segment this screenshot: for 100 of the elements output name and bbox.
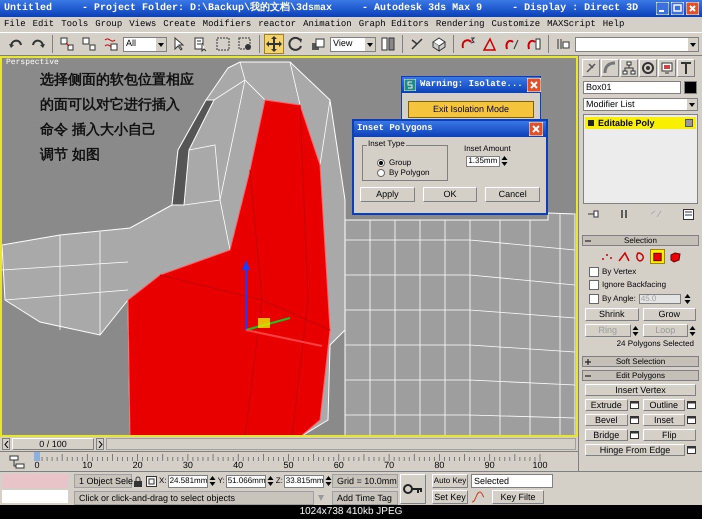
object-name-field[interactable]: Box01 <box>583 81 681 94</box>
edit-poly-button[interactable]: Insert Vertex <box>585 384 696 396</box>
expand-icon[interactable] <box>583 356 593 366</box>
menu-item[interactable]: MAXScript <box>547 20 596 29</box>
rollout-header[interactable]: Soft Selection <box>582 356 699 367</box>
caret-icon[interactable] <box>365 38 375 50</box>
checkbox[interactable] <box>589 280 599 290</box>
dialog-title: Warning: Isolate... <box>420 78 523 92</box>
named-selection-field[interactable] <box>575 36 699 52</box>
caret-icon[interactable] <box>156 38 166 50</box>
menu-item[interactable]: Help <box>602 20 624 29</box>
utilities-tab-icon[interactable] <box>677 59 695 77</box>
create-tab-icon[interactable] <box>582 59 600 77</box>
set-key-mode-button[interactable] <box>400 474 426 504</box>
radio-button[interactable] <box>377 169 385 177</box>
radio-label[interactable]: By Polygon <box>389 169 430 177</box>
menu-item[interactable]: reactor <box>258 20 296 29</box>
add-time-tag-button[interactable]: Add Time Tag <box>332 491 398 505</box>
stack-item[interactable]: Editable Poly <box>585 117 696 129</box>
frame-label: 30 <box>182 460 193 470</box>
key-filters-button[interactable]: Key Filte <box>492 490 544 504</box>
menu-item[interactable]: Rendering <box>436 20 485 29</box>
close-icon[interactable] <box>526 78 541 92</box>
settings-box-icon[interactable] <box>687 416 696 424</box>
absolute-mode-icon[interactable] <box>146 476 157 486</box>
modifier-list-dropdown[interactable]: Modifier List <box>583 98 698 111</box>
inset-amount-field[interactable]: 1.35mm <box>466 156 500 166</box>
menu-item[interactable]: Tools <box>61 20 88 29</box>
edit-poly-button[interactable]: Flip <box>642 429 696 441</box>
settings-box-icon[interactable] <box>630 431 638 439</box>
motion-tab-icon[interactable] <box>639 59 657 77</box>
rollout-header[interactable]: Selection <box>582 235 699 246</box>
edit-poly-button[interactable]: Outline <box>642 399 685 411</box>
menu-item[interactable]: Modifiers <box>202 20 252 29</box>
edit-poly-button[interactable]: Bevel <box>585 414 628 426</box>
rollout-header[interactable]: Edit Polygons <box>582 370 699 381</box>
coordinate-field[interactable]: 33.815mm <box>284 474 324 488</box>
checkbox-label[interactable]: By Vertex <box>602 268 636 276</box>
menu-item[interactable]: File <box>4 20 26 29</box>
selection-info: 1 Object Sele <box>74 474 132 488</box>
checkbox[interactable] <box>589 267 599 277</box>
maximize-icon[interactable] <box>671 2 684 15</box>
key-tangent-icon[interactable] <box>471 491 485 503</box>
edit-poly-button[interactable]: Bridge <box>585 429 628 441</box>
toggle-box-icon[interactable] <box>685 119 693 127</box>
object-color-swatch[interactable] <box>684 81 697 94</box>
edge-level-icon[interactable] <box>616 249 631 264</box>
edit-poly-button[interactable]: Extrude <box>585 399 628 411</box>
maxscript-listener-field[interactable] <box>2 490 68 503</box>
set-key-button[interactable]: Set Key <box>432 490 468 504</box>
coordinate-field[interactable]: 51.066mm <box>226 474 266 488</box>
exit-isolation-button[interactable]: Exit Isolation Mode <box>408 101 534 118</box>
settings-box-icon[interactable] <box>630 416 638 424</box>
radio-label[interactable]: Group <box>389 159 412 167</box>
viewport-label: Perspective <box>6 59 59 67</box>
menu-item[interactable]: Group <box>95 20 122 29</box>
settings-box-icon[interactable] <box>630 401 638 409</box>
polygon-level-icon[interactable] <box>650 249 665 264</box>
move-icon[interactable] <box>264 34 284 54</box>
menu-item[interactable]: Graph Editors <box>358 20 429 29</box>
caret-icon[interactable] <box>688 38 698 50</box>
caret-icon[interactable] <box>687 99 697 110</box>
lock-icon[interactable] <box>133 476 143 486</box>
close-icon[interactable] <box>686 2 699 15</box>
hierarchy-tab-icon[interactable] <box>620 59 638 77</box>
settings-box-icon[interactable] <box>687 401 696 409</box>
curve-editor-icon[interactable] <box>8 454 26 468</box>
radio-button[interactable] <box>377 159 385 167</box>
settings-box-icon[interactable] <box>687 446 696 454</box>
dropdown[interactable]: All <box>123 36 167 52</box>
dialog-button[interactable]: OK <box>422 187 478 202</box>
modify-tab-icon[interactable] <box>601 59 619 77</box>
menu-item[interactable]: Animation <box>303 20 352 29</box>
dialog-button[interactable]: Apply <box>360 187 415 202</box>
dropdown[interactable]: View <box>330 36 376 52</box>
menu-item[interactable]: Views <box>129 20 156 29</box>
coordinate-field[interactable]: 24.581mm <box>168 474 208 488</box>
previous-frame-button[interactable] <box>2 438 10 450</box>
edit-poly-button[interactable]: Hinge From Edge <box>585 444 685 456</box>
menu-item[interactable]: Customize <box>492 20 540 29</box>
menu-item[interactable]: Create <box>163 20 196 29</box>
selection-button[interactable]: Shrink <box>585 308 638 321</box>
next-frame-button[interactable] <box>96 438 104 450</box>
key-mode-dropdown[interactable]: Selected <box>471 474 553 488</box>
frame-label: 20 <box>132 460 143 470</box>
checkbox-label[interactable]: Ignore Backfacing <box>602 281 666 289</box>
display-tab-icon[interactable] <box>658 59 676 77</box>
configure-sets-icon[interactable] <box>683 208 694 220</box>
menu-item[interactable]: Edit <box>32 20 54 29</box>
pin-stack-icon[interactable] <box>587 209 599 219</box>
selection-button[interactable]: Grow <box>642 308 696 321</box>
show-end-result-icon[interactable] <box>619 209 629 219</box>
dialog-button[interactable]: Cancel <box>485 187 540 202</box>
edit-poly-button[interactable]: Inset <box>642 414 685 426</box>
spinner-icon[interactable] <box>684 293 691 305</box>
frame-label: 90 <box>484 460 495 470</box>
auto-key-button[interactable]: Auto Key <box>432 474 468 488</box>
minimize-icon[interactable] <box>656 2 669 15</box>
close-icon[interactable] <box>529 122 543 136</box>
time-slider-thumb[interactable]: 0 / 100 <box>12 438 94 450</box>
